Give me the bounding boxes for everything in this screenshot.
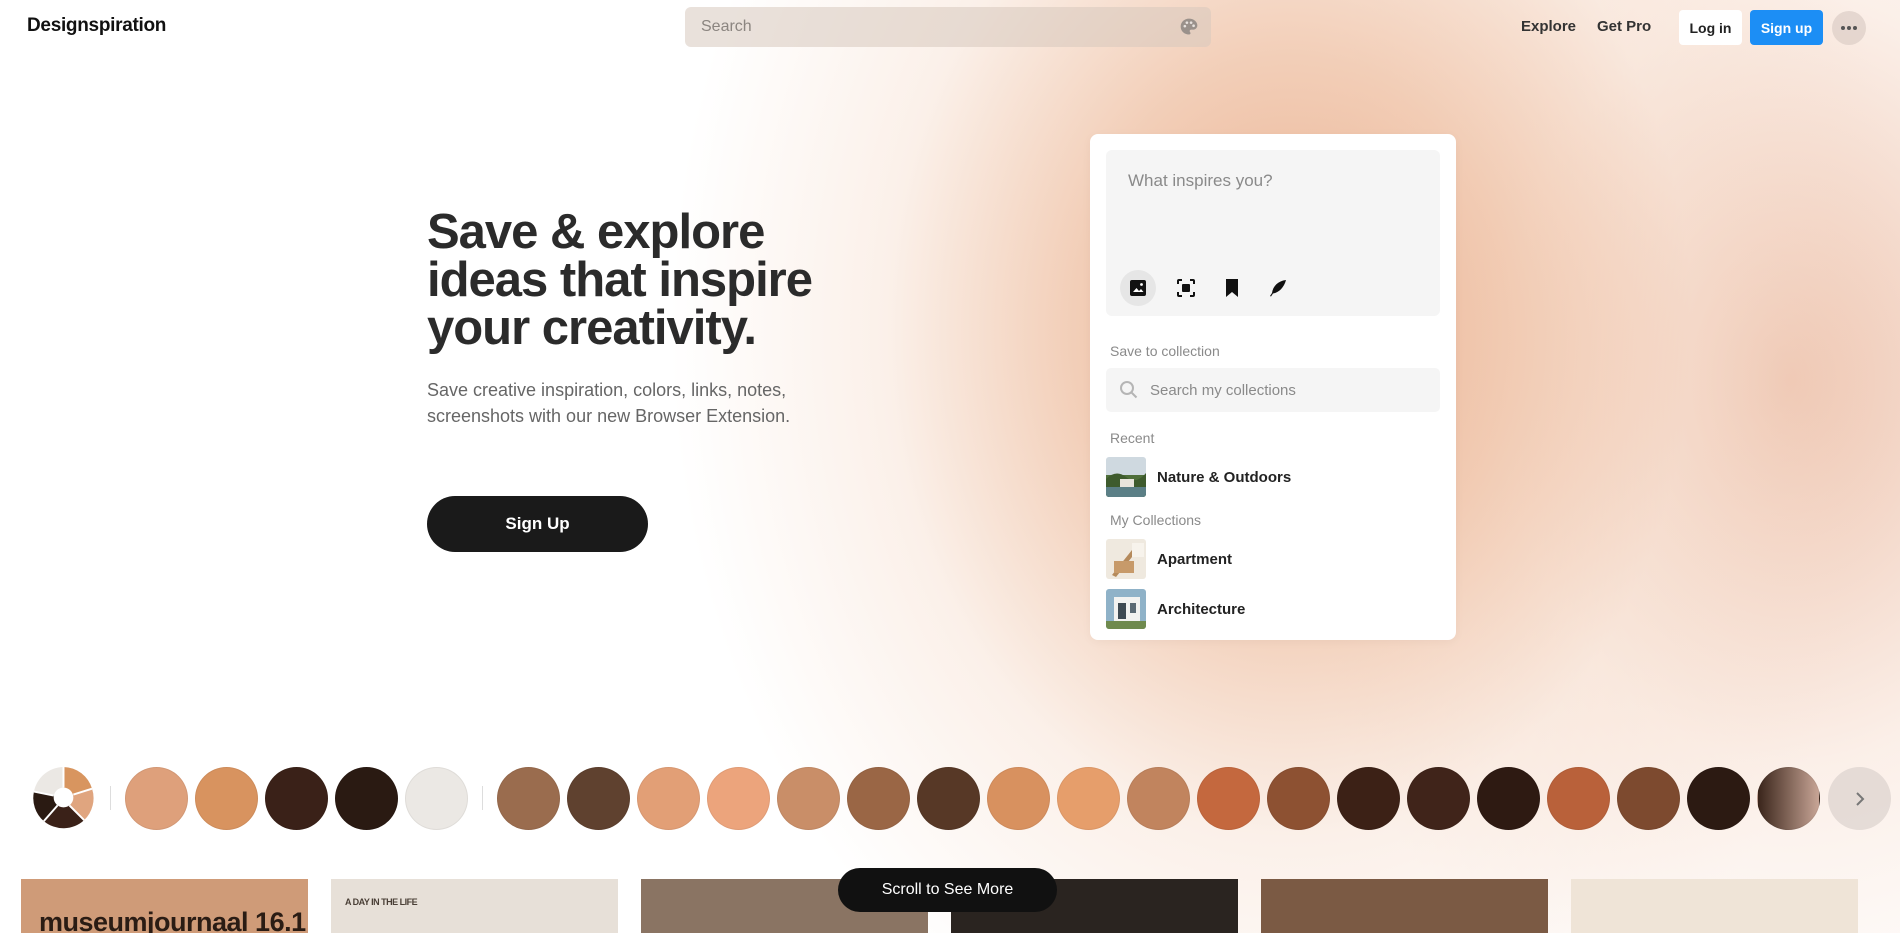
logo[interactable]: Designspiration	[27, 15, 166, 37]
color-swatch[interactable]	[847, 767, 910, 830]
color-swatch[interactable]	[707, 767, 770, 830]
color-swatch[interactable]	[987, 767, 1050, 830]
tile-caption: museumjournaal 16.1	[39, 907, 306, 933]
swatch-divider	[482, 786, 483, 810]
hero-signup-button[interactable]: Sign Up	[427, 496, 648, 552]
color-swatch[interactable]	[1057, 767, 1120, 830]
color-swatch[interactable]	[917, 767, 980, 830]
hero-subtitle-line: screenshots with our new Browser Extensi…	[427, 406, 791, 426]
collection-search[interactable]	[1106, 368, 1440, 412]
compose-box[interactable]: What inspires you?	[1106, 150, 1440, 316]
collection-name: Nature & Outdoors	[1157, 468, 1292, 486]
collection-name: Apartment	[1157, 550, 1233, 568]
more-dots-icon	[1841, 26, 1857, 30]
color-swatch[interactable]	[405, 767, 468, 830]
color-swatch[interactable]	[1337, 767, 1400, 830]
color-swatch[interactable]	[637, 767, 700, 830]
palette-icon[interactable]	[1179, 17, 1199, 37]
nav-get-pro[interactable]: Get Pro	[1597, 18, 1651, 35]
scroll-to-see-more-button[interactable]: Scroll to See More	[838, 868, 1057, 912]
color-swatch[interactable]	[1127, 767, 1190, 830]
image-tile[interactable]	[1571, 879, 1858, 933]
color-swatch[interactable]	[1477, 767, 1540, 830]
recent-label: Recent	[1110, 430, 1155, 446]
image-tile[interactable]	[1261, 879, 1548, 933]
search-bar[interactable]	[685, 7, 1211, 47]
search-input[interactable]	[701, 7, 1161, 47]
swatch-next-button[interactable]	[1828, 767, 1891, 830]
search-icon	[1120, 381, 1138, 399]
collection-item-nature-outdoors[interactable]: Nature & Outdoors	[1106, 457, 1440, 497]
image-tool-button[interactable]	[1120, 270, 1156, 306]
more-button[interactable]	[1832, 11, 1866, 45]
chevron-right-icon	[1855, 791, 1864, 806]
color-swatch[interactable]	[125, 767, 188, 830]
feather-icon	[1270, 280, 1286, 297]
color-swatch[interactable]	[195, 767, 258, 830]
color-swatch[interactable]	[1617, 767, 1680, 830]
color-swatch[interactable]	[497, 767, 560, 830]
image-tile[interactable]: museumjournaal 16.1	[21, 879, 308, 933]
screenshot-icon	[1177, 279, 1195, 297]
color-wheel-icon[interactable]	[32, 766, 95, 829]
color-swatch[interactable]	[777, 767, 840, 830]
my-collections-label: My Collections	[1110, 512, 1202, 528]
color-swatch[interactable]	[1197, 767, 1260, 830]
color-swatch[interactable]	[1687, 767, 1750, 830]
color-swatch[interactable]	[335, 767, 398, 830]
hero-title-line: Save & explore	[427, 205, 765, 259]
top-bar: Designspiration Explore Get Pro Log in S…	[0, 0, 1900, 54]
save-to-collection-label: Save to collection	[1110, 343, 1220, 359]
image-icon	[1130, 280, 1146, 296]
tile-caption: A DAY IN THE LIFE	[345, 897, 418, 907]
compose-placeholder[interactable]: What inspires you?	[1128, 171, 1273, 191]
hero-title-line: ideas that inspire	[427, 253, 813, 307]
swatch-divider	[110, 786, 111, 810]
extension-card: What inspires you? Save to collection Se…	[1090, 134, 1456, 640]
collection-thumbnail	[1106, 589, 1146, 629]
collection-search-input[interactable]	[1150, 368, 1430, 412]
hero-subtitle: Save creative inspiration, colors, links…	[427, 377, 807, 429]
color-swatch-gradient[interactable]	[1757, 767, 1820, 830]
image-tile[interactable]: A DAY IN THE LIFE	[331, 879, 618, 933]
login-button[interactable]: Log in	[1679, 10, 1742, 45]
note-tool-button[interactable]	[1260, 270, 1296, 306]
bookmark-tool-button[interactable]	[1214, 270, 1250, 306]
nav-explore[interactable]: Explore	[1521, 18, 1576, 35]
color-swatch[interactable]	[567, 767, 630, 830]
hero-title: Save & explore ideas that inspire your c…	[427, 205, 847, 355]
collection-thumbnail	[1106, 539, 1146, 579]
color-swatch[interactable]	[1407, 767, 1470, 830]
hero-title-line: your creativity.	[427, 301, 757, 355]
color-swatch[interactable]	[1267, 767, 1330, 830]
collection-item-architecture[interactable]: Architecture	[1106, 589, 1440, 629]
hero-subtitle-line: Save creative inspiration, colors, links…	[427, 380, 787, 400]
collection-thumbnail	[1106, 457, 1146, 497]
color-swatch[interactable]	[1547, 767, 1610, 830]
color-swatch[interactable]	[265, 767, 328, 830]
screenshot-tool-button[interactable]	[1168, 270, 1204, 306]
bookmark-icon	[1226, 279, 1238, 297]
signup-button[interactable]: Sign up	[1750, 10, 1823, 45]
collection-item-apartment[interactable]: Apartment	[1106, 539, 1440, 579]
collection-name: Architecture	[1157, 600, 1246, 618]
